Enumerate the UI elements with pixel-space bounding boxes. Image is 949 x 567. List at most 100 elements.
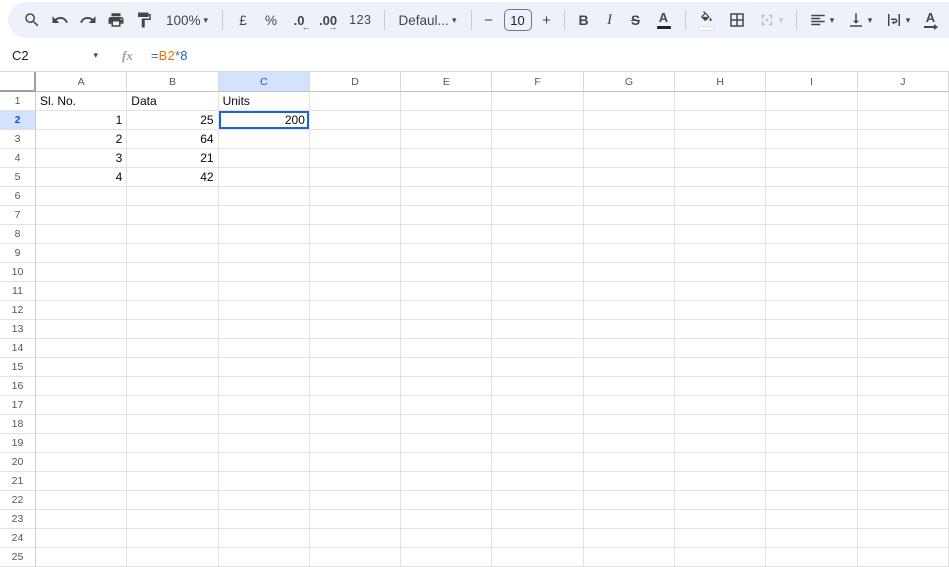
- row-header-1[interactable]: 1: [0, 92, 36, 111]
- cell-D7[interactable]: [309, 206, 402, 225]
- strikethrough-button[interactable]: S: [623, 6, 649, 34]
- cell-B7[interactable]: [127, 206, 219, 225]
- cell-A11[interactable]: [36, 282, 128, 301]
- cell-G14[interactable]: [583, 339, 676, 358]
- cell-J11[interactable]: [857, 282, 949, 301]
- cell-E10[interactable]: [401, 263, 493, 282]
- cell-F24[interactable]: [492, 529, 584, 548]
- cell-F14[interactable]: [492, 339, 584, 358]
- cell-H1[interactable]: [675, 92, 767, 111]
- cell-D14[interactable]: [309, 339, 402, 358]
- cell-D24[interactable]: [309, 529, 402, 548]
- cell-C25[interactable]: [218, 548, 310, 567]
- cell-G1[interactable]: [583, 92, 676, 111]
- row-header-13[interactable]: 13: [0, 320, 36, 339]
- cell-G23[interactable]: [583, 510, 676, 529]
- cell-E11[interactable]: [401, 282, 493, 301]
- cell-J17[interactable]: [857, 396, 949, 415]
- cell-G21[interactable]: [583, 472, 676, 491]
- cell-J9[interactable]: [857, 244, 949, 263]
- cell-B23[interactable]: [127, 510, 219, 529]
- cell-F7[interactable]: [492, 206, 584, 225]
- row-header-19[interactable]: 19: [0, 434, 36, 453]
- cell-J25[interactable]: [857, 548, 949, 567]
- row-header-25[interactable]: 25: [0, 548, 36, 567]
- cell-C9[interactable]: [218, 244, 310, 263]
- cell-H18[interactable]: [675, 415, 767, 434]
- cell-E9[interactable]: [401, 244, 493, 263]
- cell-E20[interactable]: [401, 453, 493, 472]
- cell-C10[interactable]: [218, 263, 310, 282]
- cell-G18[interactable]: [583, 415, 676, 434]
- cell-E15[interactable]: [401, 358, 493, 377]
- cell-H8[interactable]: [675, 225, 767, 244]
- cell-A25[interactable]: [36, 548, 128, 567]
- cell-C12[interactable]: [218, 301, 310, 320]
- decrease-font-size-button[interactable]: −: [478, 6, 500, 34]
- cell-C6[interactable]: [218, 187, 310, 206]
- cell-E23[interactable]: [401, 510, 493, 529]
- row-header-18[interactable]: 18: [0, 415, 36, 434]
- cell-A17[interactable]: [36, 396, 128, 415]
- row-header-11[interactable]: 11: [0, 282, 36, 301]
- cell-D19[interactable]: [309, 434, 402, 453]
- cell-D12[interactable]: [309, 301, 402, 320]
- cell-F8[interactable]: [492, 225, 584, 244]
- cell-B16[interactable]: [127, 377, 219, 396]
- cell-A5[interactable]: 4: [36, 168, 128, 187]
- cell-H15[interactable]: [675, 358, 767, 377]
- row-header-2[interactable]: 2: [0, 111, 36, 130]
- cell-B2[interactable]: 25: [127, 111, 219, 130]
- merge-cells-button[interactable]: ▾: [752, 6, 790, 34]
- cell-G7[interactable]: [583, 206, 676, 225]
- cell-D11[interactable]: [309, 282, 402, 301]
- cell-B22[interactable]: [127, 491, 219, 510]
- column-header-D[interactable]: D: [309, 72, 402, 92]
- cell-J1[interactable]: [857, 92, 949, 111]
- cell-H2[interactable]: [675, 111, 767, 130]
- cell-G13[interactable]: [583, 320, 676, 339]
- cell-A22[interactable]: [36, 491, 128, 510]
- cell-F3[interactable]: [492, 130, 584, 149]
- cell-D3[interactable]: [309, 130, 402, 149]
- cell-A18[interactable]: [36, 415, 128, 434]
- cell-H16[interactable]: [675, 377, 767, 396]
- cell-G11[interactable]: [583, 282, 676, 301]
- cell-H22[interactable]: [675, 491, 767, 510]
- cell-J3[interactable]: [857, 130, 949, 149]
- cell-A7[interactable]: [36, 206, 128, 225]
- cell-H13[interactable]: [675, 320, 767, 339]
- cell-B15[interactable]: [127, 358, 219, 377]
- cell-F23[interactable]: [492, 510, 584, 529]
- cell-E14[interactable]: [401, 339, 493, 358]
- cell-D23[interactable]: [309, 510, 402, 529]
- vertical-align-button[interactable]: ▾: [841, 6, 879, 34]
- cell-A14[interactable]: [36, 339, 128, 358]
- cell-I24[interactable]: [766, 529, 858, 548]
- cell-I6[interactable]: [766, 187, 858, 206]
- cell-J22[interactable]: [857, 491, 949, 510]
- cell-D17[interactable]: [309, 396, 402, 415]
- cell-E12[interactable]: [401, 301, 493, 320]
- cell-B10[interactable]: [127, 263, 219, 282]
- cell-I8[interactable]: [766, 225, 858, 244]
- cell-E22[interactable]: [401, 491, 493, 510]
- cell-F22[interactable]: [492, 491, 584, 510]
- cell-A23[interactable]: [36, 510, 128, 529]
- column-header-B[interactable]: B: [127, 72, 219, 92]
- cell-C8[interactable]: [218, 225, 310, 244]
- cell-F25[interactable]: [492, 548, 584, 567]
- column-header-G[interactable]: G: [583, 72, 676, 92]
- cell-C16[interactable]: [218, 377, 310, 396]
- cell-I20[interactable]: [766, 453, 858, 472]
- cell-G20[interactable]: [583, 453, 676, 472]
- cell-E6[interactable]: [401, 187, 493, 206]
- cell-E7[interactable]: [401, 206, 493, 225]
- cell-G22[interactable]: [583, 491, 676, 510]
- cell-H10[interactable]: [675, 263, 767, 282]
- increase-font-size-button[interactable]: +: [536, 6, 558, 34]
- cell-C23[interactable]: [218, 510, 310, 529]
- cell-B11[interactable]: [127, 282, 219, 301]
- column-header-A[interactable]: A: [36, 72, 128, 92]
- cell-F18[interactable]: [492, 415, 584, 434]
